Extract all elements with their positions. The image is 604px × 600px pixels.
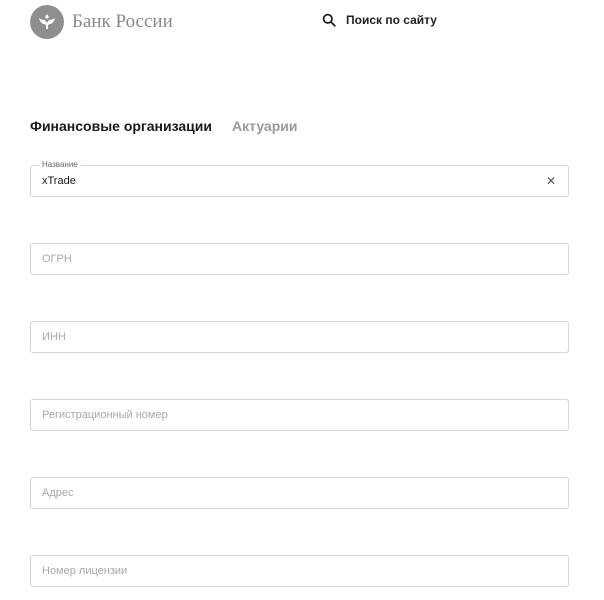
name-field[interactable]: Название ✕: [30, 159, 569, 197]
license-number-field[interactable]: [30, 555, 569, 587]
name-input[interactable]: [31, 166, 568, 196]
tab-financial-organizations[interactable]: Финансовые организации: [30, 118, 212, 134]
tab-actuaries[interactable]: Актуарии: [232, 118, 297, 134]
search-button[interactable]: Поиск по сайту: [322, 13, 437, 27]
license-number-input[interactable]: [31, 556, 568, 586]
site-header: Банк России Поиск по сайту: [0, 0, 604, 48]
logo-eagle-svg: [39, 14, 55, 29]
address-input[interactable]: [31, 478, 568, 508]
close-icon[interactable]: ✕: [546, 174, 556, 188]
brand-name[interactable]: Банк России: [72, 11, 173, 33]
address-field[interactable]: [30, 477, 569, 509]
ogrn-input[interactable]: [31, 244, 568, 274]
tab-bar: Финансовые организации Актуарии: [30, 118, 297, 134]
ogrn-field[interactable]: [30, 243, 569, 275]
reg-number-field[interactable]: [30, 399, 569, 431]
inn-input[interactable]: [31, 322, 568, 352]
search-label: Поиск по сайту: [346, 13, 437, 27]
reg-number-input[interactable]: [31, 400, 568, 430]
inn-field[interactable]: [30, 321, 569, 353]
eagle-emblem-icon[interactable]: [30, 5, 64, 39]
search-icon: [322, 13, 336, 27]
